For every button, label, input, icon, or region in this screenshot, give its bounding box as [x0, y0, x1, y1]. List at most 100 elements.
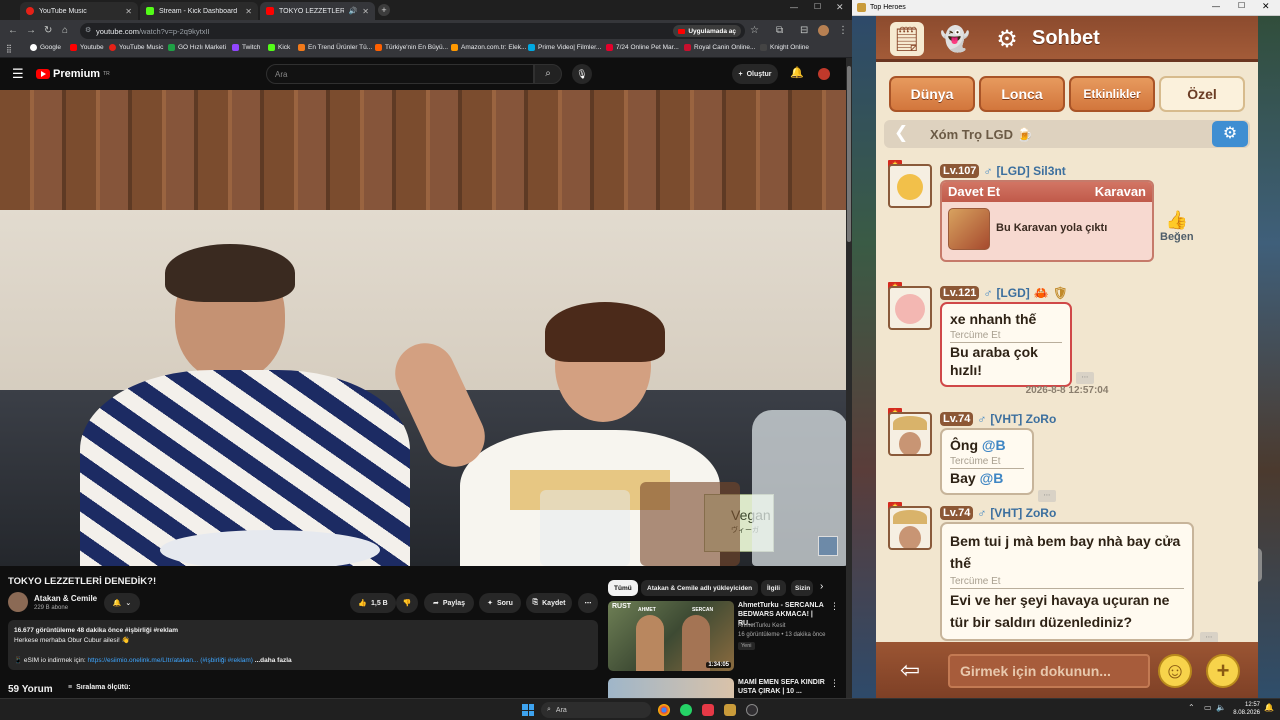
volume-icon[interactable]: 🔈: [1216, 703, 1226, 712]
chevron-up-icon[interactable]: ⌃: [1188, 703, 1195, 712]
tab-world[interactable]: Dünya: [889, 76, 975, 112]
address-bar[interactable]: ⚙ youtube.com/watch?v=p-2q9kytxII Uygula…: [80, 23, 745, 39]
chrome-icon[interactable]: [658, 704, 670, 716]
like-button[interactable]: 👍 Beğen: [1160, 210, 1194, 243]
chip-related[interactable]: İlgili: [761, 580, 786, 596]
chevron-right-icon[interactable]: ›: [820, 581, 823, 592]
tab-kick-dashboard[interactable]: Stream - Kick Dashboard ✕: [140, 2, 258, 20]
translate-link[interactable]: Tercüme Et: [950, 456, 1024, 469]
player-avatar[interactable]: [888, 506, 932, 550]
reco-title[interactable]: MAMİ EMEN SEFA KINDIR USTA ÇIRAK | 10 ..…: [738, 678, 828, 696]
clock[interactable]: 12:57 8.08.2026: [1230, 701, 1260, 717]
chip-uploader[interactable]: Atakan & Cemile adlı yükleyiciden: [641, 580, 759, 596]
obs-icon[interactable]: [746, 704, 758, 716]
more-actions-button[interactable]: ⋯: [578, 593, 598, 613]
voice-search-button[interactable]: 🎙: [572, 64, 592, 84]
bookmark-google[interactable]: Google: [30, 44, 61, 51]
description-box[interactable]: 16.677 görüntüleme 48 dakika önce #işbir…: [8, 620, 598, 670]
settings-gear-icon[interactable]: ⚙: [990, 22, 1024, 56]
new-tab-button[interactable]: +: [378, 4, 390, 16]
plus-button[interactable]: +: [1206, 654, 1240, 688]
back-arrow-icon[interactable]: ❮: [894, 123, 908, 143]
mention-link[interactable]: @B: [980, 470, 1004, 486]
star-icon[interactable]: ☆: [750, 24, 759, 38]
invite-label[interactable]: Davet Et: [948, 184, 1000, 200]
video-player[interactable]: Vegan ヴィーガ: [0, 90, 848, 566]
like-button[interactable]: 👍 1,5 B: [350, 593, 396, 613]
home-icon[interactable]: ⌂: [62, 24, 68, 38]
reco-item[interactable]: RUST AHMET SERCAN 1:34:05 AhmetTurku - S…: [608, 601, 844, 673]
tab-private[interactable]: Özel: [1159, 76, 1245, 112]
minimize-button[interactable]: —: [1212, 2, 1220, 11]
channel-name[interactable]: Atakan & Cemile: [34, 594, 97, 603]
reco-thumbnail[interactable]: [608, 678, 734, 698]
sort-comments-button[interactable]: ≡ Sıralama ölçütü:: [68, 684, 131, 691]
bookmark-twitch[interactable]: Twitch: [232, 44, 260, 51]
extensions-icon[interactable]: ⧉: [776, 24, 783, 38]
bookmark-amazon[interactable]: Amazon.com.tr: Elek...: [451, 44, 526, 51]
tab-guild[interactable]: Lonca: [979, 76, 1065, 112]
player-name[interactable]: [LGD]: [996, 286, 1029, 300]
bookmark-youtube-music[interactable]: YouTube Music: [109, 44, 163, 51]
site-info-icon[interactable]: ⚙: [85, 26, 91, 34]
search-button[interactable]: ⌕: [534, 64, 562, 84]
bookmark-go-market[interactable]: GO Hızlı Marketi: [168, 44, 226, 51]
bookmark-pet-market[interactable]: 7/24 Online Pet Mar...: [606, 44, 679, 51]
top-heroes-icon[interactable]: [724, 704, 736, 716]
show-more-link[interactable]: ...daha fazla: [255, 657, 292, 664]
chip-all[interactable]: Tümü: [608, 580, 638, 596]
bookmark-prime-video[interactable]: Prime Video| Filmler...: [528, 44, 601, 51]
close-tab-icon[interactable]: ✕: [125, 7, 132, 16]
translate-link[interactable]: Tercüme Et: [950, 330, 1062, 343]
app-icon[interactable]: [702, 704, 714, 716]
report-icon[interactable]: ⋯: [1038, 490, 1056, 502]
bookmark-knight-online[interactable]: Knight Online: [760, 44, 809, 51]
bookmark-kick[interactable]: Kick: [268, 44, 290, 51]
profile-avatar[interactable]: [818, 25, 829, 36]
caravan-invite-card[interactable]: Davet Et Karavan Bu Karavan yola çıktı: [940, 180, 1154, 262]
chip-yours[interactable]: Sizin: [791, 580, 813, 596]
minimize-button[interactable]: —: [790, 3, 798, 12]
description-hashtags[interactable]: (#işbirliği #reklam): [200, 657, 253, 664]
apps-icon[interactable]: ⣿: [6, 44, 12, 53]
search-box[interactable]: Ara: [266, 64, 534, 84]
mini-thumbnail[interactable]: [818, 536, 838, 556]
start-button[interactable]: [522, 704, 534, 716]
player-name[interactable]: [LGD] Sil3nt: [996, 164, 1065, 178]
notification-icon[interactable]: 🔔: [1264, 703, 1274, 712]
player-name[interactable]: [VHT] ZoRo: [990, 506, 1056, 520]
reload-icon[interactable]: ↻: [44, 24, 52, 38]
player-avatar[interactable]: [888, 412, 932, 456]
save-button[interactable]: ⎘ Kaydet: [526, 593, 572, 613]
close-tab-icon[interactable]: ✕: [362, 7, 369, 16]
message-bubble[interactable]: Bem tui j mà bem bay nhà bay cửa thế Ter…: [940, 522, 1194, 641]
reco-item[interactable]: MAMİ EMEN SEFA KINDIR USTA ÇIRAK | 10 ..…: [608, 678, 844, 698]
dislike-button[interactable]: 👎: [396, 593, 418, 613]
more-vertical-icon[interactable]: ⋮: [830, 678, 839, 689]
create-button[interactable]: + Oluştur: [732, 64, 778, 84]
player-avatar[interactable]: [888, 164, 932, 208]
hamburger-menu-icon[interactable]: ☰: [12, 66, 24, 82]
back-button[interactable]: ⇦: [892, 656, 928, 686]
page-scrollbar-thumb[interactable]: [847, 66, 851, 242]
translate-link[interactable]: Tercüme Et: [950, 576, 1184, 589]
maximize-button[interactable]: ☐: [1238, 1, 1245, 10]
message-bubble[interactable]: xe nhanh thế Tercüme Et Bu araba çok hız…: [940, 302, 1072, 387]
whatsapp-icon[interactable]: [680, 704, 692, 716]
tab-youtube-video[interactable]: TOKYO LEZZETLERİ DENEDİ 🔊 ✕: [260, 2, 375, 20]
maximize-button[interactable]: ☐: [814, 2, 821, 11]
chat-input[interactable]: Girmek için dokunun...: [948, 654, 1150, 688]
mention-link[interactable]: @B: [982, 437, 1006, 453]
bookmark-hepsiburada[interactable]: Türkiye'nin En Büyü...: [375, 44, 448, 51]
message-bubble[interactable]: Ông @B Tercüme Et Bay @B: [940, 428, 1034, 495]
menu-icon[interactable]: ⋮: [838, 24, 848, 38]
tab-search-icon[interactable]: ⊟: [800, 24, 808, 38]
notifications-bell-icon[interactable]: 🔔: [790, 66, 804, 79]
taskbar-search[interactable]: ⌕ Ara: [541, 702, 651, 718]
share-button[interactable]: ➦ Paylaş: [424, 593, 474, 613]
emoji-button[interactable]: ☺: [1158, 654, 1192, 688]
channel-settings-button[interactable]: ⚙: [1212, 121, 1248, 147]
bookmark-royal-canin[interactable]: Royal Canin Online...: [684, 44, 755, 51]
account-avatar[interactable]: [818, 68, 830, 80]
notes-icon[interactable]: 🗒: [890, 22, 924, 56]
